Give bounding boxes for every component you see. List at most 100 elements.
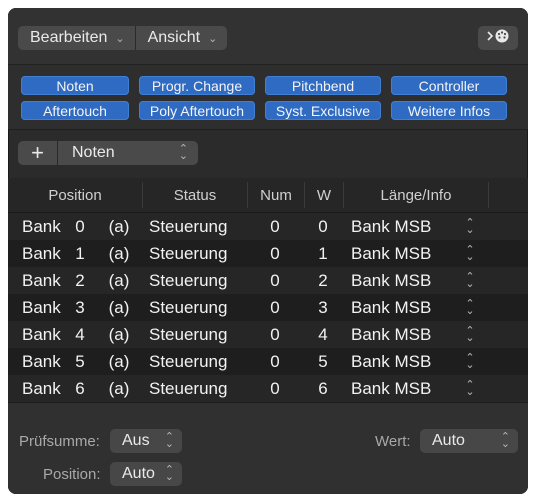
table-header: Position Status Num W Länge/Info [8, 178, 528, 213]
toolbar: Bearbeiten ⌄ Ansicht ⌄ [8, 8, 528, 64]
cell-status: Steuerung [149, 216, 228, 236]
cell-position-suffix: (a) [108, 324, 130, 344]
cell-w: 5 [318, 351, 328, 371]
menu-bearbeiten-label: Bearbeiten [30, 29, 108, 46]
filter-grid: Noten Progr. Change Pitchbend Controller… [21, 76, 507, 120]
up-down-chevron-icon[interactable]: ⌃ ⌄ [463, 240, 477, 267]
column-header-w[interactable]: W [305, 178, 343, 212]
position-select[interactable]: Auto ⌃ ⌄ [110, 462, 182, 486]
value-value: Auto [432, 432, 465, 449]
cell-status: Steuerung [149, 270, 228, 290]
cell-position-suffix: (a) [108, 297, 130, 317]
position-value: Auto [122, 465, 155, 482]
filter-poly-aftertouch-button[interactable]: Poly Aftertouch [139, 101, 255, 120]
event-type-select[interactable]: Noten ⌃ ⌄ [58, 141, 198, 165]
event-type-value: Noten [72, 144, 115, 161]
up-down-chevron-icon: ⌃ ⌄ [164, 431, 174, 450]
filter-controller-button[interactable]: Controller [391, 76, 507, 95]
table-row[interactable]: Bank 0 (a) Steuerung 0 0 Bank MSB ⌃ ⌄ [8, 213, 528, 240]
cell-status: Steuerung [149, 297, 228, 317]
value-label: Wert: [375, 433, 411, 450]
table-row[interactable]: Bank 5 (a) Steuerung 0 5 Bank MSB ⌃ ⌄ [8, 348, 528, 375]
up-down-chevron-icon[interactable]: ⌃ ⌄ [463, 294, 477, 321]
table-row[interactable]: Bank 6 (a) Steuerung 0 6 Bank MSB ⌃ ⌄ [8, 375, 528, 402]
add-event-bar: + Noten ⌃ ⌄ [18, 140, 198, 165]
menu-bearbeiten[interactable]: Bearbeiten ⌄ [18, 26, 136, 50]
value-select[interactable]: Auto ⌃ ⌄ [420, 429, 518, 453]
chevron-down-icon: ⌄ [115, 32, 125, 45]
cell-length-info: Bank MSB [351, 216, 432, 236]
filter-weitere-infos-button[interactable]: Weitere Infos [391, 101, 507, 120]
column-separator [488, 182, 489, 208]
cell-position-number: 1 [75, 243, 85, 263]
up-down-chevron-icon[interactable]: ⌃ ⌄ [463, 213, 477, 240]
cell-w: 4 [318, 324, 328, 344]
midi-view-icon [485, 28, 511, 49]
event-footer: Prüfsumme: Aus ⌃ ⌄ Wert: Auto ⌃ ⌄ Position… [8, 402, 528, 494]
cell-status: Steuerung [149, 324, 228, 344]
column-header-num[interactable]: Num [248, 178, 304, 212]
menu-ansicht[interactable]: Ansicht ⌄ [135, 26, 228, 50]
event-list-panel: Bearbeiten ⌄ Ansicht ⌄ Noten Progr. Chan… [8, 8, 528, 494]
cell-w: 0 [318, 216, 328, 236]
filter-progr-change-button[interactable]: Progr. Change [139, 76, 255, 95]
table-row[interactable]: Bank 1 (a) Steuerung 0 1 Bank MSB ⌃ ⌄ [8, 240, 528, 267]
cell-num: 0 [270, 270, 280, 290]
cell-w: 6 [318, 378, 328, 398]
up-down-chevron-icon[interactable]: ⌃ ⌄ [463, 348, 477, 375]
column-header-status[interactable]: Status [143, 178, 247, 212]
filter-noten-button[interactable]: Noten [21, 76, 129, 95]
divider [8, 129, 528, 130]
midi-view-button[interactable] [478, 26, 518, 50]
add-event-button[interactable]: + [18, 140, 58, 165]
cell-position-suffix: (a) [108, 243, 130, 263]
cell-position-label: Bank [22, 324, 61, 344]
cell-num: 0 [270, 324, 280, 344]
cell-position-label: Bank [22, 297, 61, 317]
cell-length-info: Bank MSB [351, 297, 432, 317]
filter-syst-exclusive-button[interactable]: Syst. Exclusive [265, 101, 381, 120]
up-down-chevron-icon[interactable]: ⌃ ⌄ [463, 375, 477, 402]
up-down-chevron-icon[interactable]: ⌃ ⌄ [463, 321, 477, 348]
cell-position-label: Bank [22, 270, 61, 290]
cell-length-info: Bank MSB [351, 378, 432, 398]
table-row[interactable]: Bank 3 (a) Steuerung 0 3 Bank MSB ⌃ ⌄ [8, 294, 528, 321]
table-row[interactable]: Bank 4 (a) Steuerung 0 4 Bank MSB ⌃ ⌄ [8, 321, 528, 348]
checksum-value: Aus [122, 432, 150, 449]
cell-status: Steuerung [149, 243, 228, 263]
cell-status: Steuerung [149, 378, 228, 398]
event-type-filters: Noten Progr. Change Pitchbend Controller… [8, 64, 528, 129]
cell-length-info: Bank MSB [351, 270, 432, 290]
position-label: Position: [43, 466, 101, 483]
cell-num: 0 [270, 378, 280, 398]
up-down-chevron-icon: ⌃ ⌄ [164, 464, 174, 483]
filter-aftertouch-button[interactable]: Aftertouch [21, 101, 129, 120]
chevron-down-icon: ⌄ [208, 32, 218, 45]
up-down-chevron-icon: ⌃ ⌄ [178, 143, 188, 162]
cell-w: 3 [318, 297, 328, 317]
event-table: Position Status Num W Länge/Info Bank 0 (a… [8, 178, 528, 402]
table-row[interactable]: Bank 2 (a) Steuerung 0 2 Bank MSB ⌃ ⌄ [8, 267, 528, 294]
cell-position-number: 4 [75, 324, 85, 344]
cell-num: 0 [270, 351, 280, 371]
checksum-select[interactable]: Aus ⌃ ⌄ [110, 429, 182, 453]
cell-position-suffix: (a) [108, 270, 130, 290]
cell-position-suffix: (a) [108, 351, 130, 371]
column-header-position[interactable]: Position [8, 178, 142, 212]
cell-num: 0 [270, 216, 280, 236]
filter-pitchbend-button[interactable]: Pitchbend [265, 76, 381, 95]
cell-position-number: 0 [75, 216, 85, 236]
cell-position-number: 5 [75, 351, 85, 371]
cell-w: 2 [318, 270, 328, 290]
cell-length-info: Bank MSB [351, 243, 432, 263]
cell-position-label: Bank [22, 216, 61, 236]
cell-position-label: Bank [22, 243, 61, 263]
column-header-length-info[interactable]: Länge/Info [344, 178, 488, 212]
cell-num: 0 [270, 243, 280, 263]
menu-ansicht-label: Ansicht [147, 29, 201, 46]
up-down-chevron-icon: ⌃ ⌄ [500, 431, 510, 450]
cell-position-number: 6 [75, 378, 85, 398]
up-down-chevron-icon[interactable]: ⌃ ⌄ [463, 267, 477, 294]
cell-length-info: Bank MSB [351, 324, 432, 344]
cell-w: 1 [318, 243, 328, 263]
